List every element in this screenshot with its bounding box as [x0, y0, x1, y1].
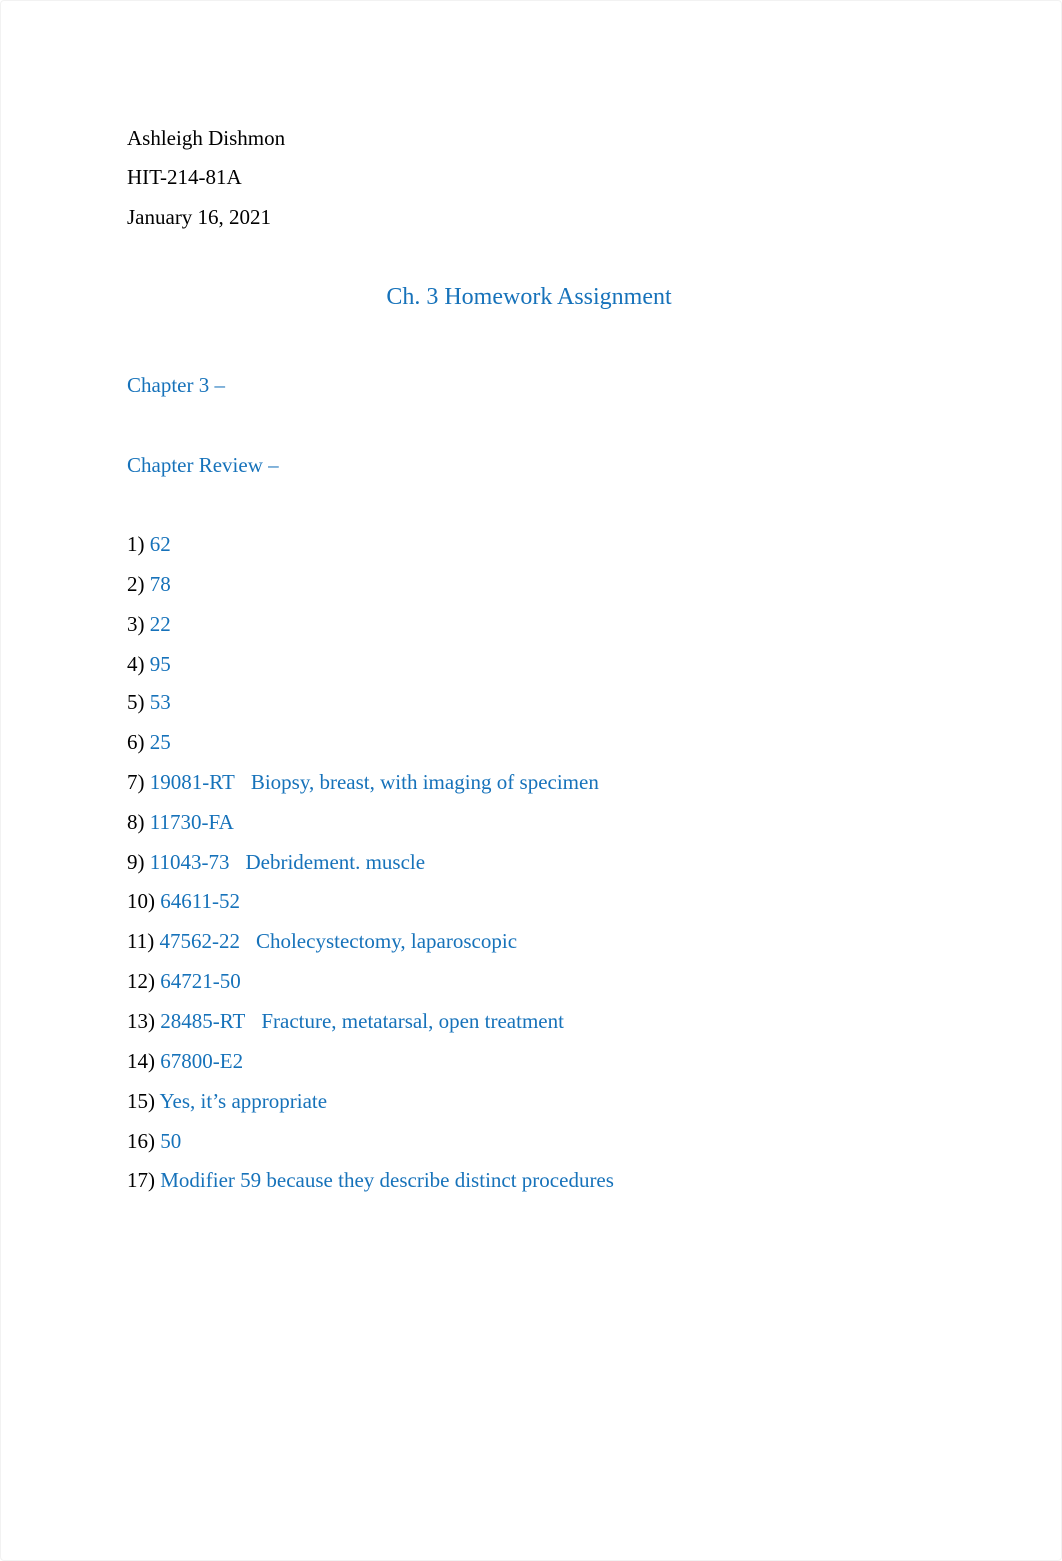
- answer-item: 5) 53: [127, 689, 171, 715]
- answer-description: Debridement. muscle: [245, 850, 426, 874]
- answer-item: 13) 28485-RT Fracture, metatarsal, open t…: [127, 1008, 564, 1034]
- answer-description: Fracture, metatarsal, open treatment: [261, 1009, 564, 1033]
- answer-code: 50: [160, 1129, 182, 1153]
- answer-number: 1): [127, 532, 145, 556]
- answer-item: 8) 11730-FA: [127, 809, 234, 835]
- answer-item: 12) 64721-50: [127, 968, 241, 994]
- answer-code: 22: [149, 612, 171, 636]
- answer-code: 78: [149, 572, 171, 596]
- chapter-heading: Chapter 3 –: [127, 373, 225, 397]
- answer-code: 11043-73: [149, 850, 230, 874]
- answer-code: 28485-RT: [160, 1009, 246, 1033]
- answer-code: 64611-52: [160, 889, 240, 913]
- answer-code: Yes, it’s appropriate: [159, 1089, 328, 1113]
- answer-code: 67800-E2: [160, 1049, 244, 1073]
- answer-description: Biopsy, breast, with imaging of specimen: [250, 770, 599, 794]
- answer-number: 6): [127, 730, 145, 754]
- document-page: Ashleigh Dishmon HIT-214-81A January 16,…: [0, 0, 1062, 1561]
- answer-number: 13): [127, 1009, 155, 1033]
- answer-number: 9): [127, 850, 145, 874]
- answer-item: 14) 67800-E2: [127, 1048, 243, 1074]
- answer-item: 11) 47562-22 Cholecystectomy, laparoscopi…: [127, 928, 517, 954]
- answer-item: 16) 50: [127, 1128, 181, 1154]
- answer-code: 95: [149, 652, 171, 676]
- answer-number: 11): [127, 929, 155, 953]
- answer-item: 6) 25: [127, 729, 171, 755]
- answer-item: 17) Modifier 59 because they describe di…: [127, 1167, 614, 1193]
- answer-number: 16): [127, 1129, 155, 1153]
- answer-item: 4) 95: [127, 651, 171, 677]
- answer-code: Modifier 59 because they describe distin…: [160, 1168, 614, 1192]
- answer-number: 4): [127, 652, 145, 676]
- answer-description: Cholecystectomy, laparoscopic: [255, 929, 518, 953]
- chapter-review-heading: Chapter Review –: [127, 453, 279, 477]
- answer-code: 25: [149, 730, 171, 754]
- answer-number: 14): [127, 1049, 155, 1073]
- answer-code: 19081-RT: [149, 770, 235, 794]
- document-date: January 16, 2021: [127, 205, 272, 229]
- document-title: Ch. 3 Homework Assignment: [386, 284, 672, 310]
- answer-number: 7): [127, 770, 145, 794]
- answer-number: 17): [127, 1168, 155, 1192]
- answer-number: 10): [127, 889, 155, 913]
- answer-number: 3): [127, 612, 145, 636]
- author-name: Ashleigh Dishmon: [127, 126, 286, 150]
- answer-number: 5): [127, 690, 145, 714]
- answer-item: 15) Yes, it’s appropriate: [127, 1088, 327, 1114]
- answer-item: 10) 64611-52: [127, 888, 240, 914]
- answer-code: 64721-50: [160, 969, 241, 993]
- answer-code: 53: [149, 690, 171, 714]
- answer-number: 2): [127, 572, 145, 596]
- answer-item: 2) 78: [127, 571, 171, 597]
- answer-item: 1) 62: [127, 531, 171, 557]
- answer-number: 12): [127, 969, 155, 993]
- answer-item: 7) 19081-RT Biopsy, breast, with imaging …: [127, 769, 599, 795]
- answer-number: 15): [127, 1089, 155, 1113]
- course-code: HIT-214-81A: [127, 165, 242, 189]
- answer-code: 47562-22: [159, 929, 240, 953]
- answer-number: 8): [127, 810, 145, 834]
- answer-code: 62: [149, 532, 171, 556]
- answer-code: 11730-FA: [149, 810, 234, 834]
- answer-item: 3) 22: [127, 611, 171, 637]
- answer-item: 9) 11043-73 Debridement. muscle: [127, 849, 425, 875]
